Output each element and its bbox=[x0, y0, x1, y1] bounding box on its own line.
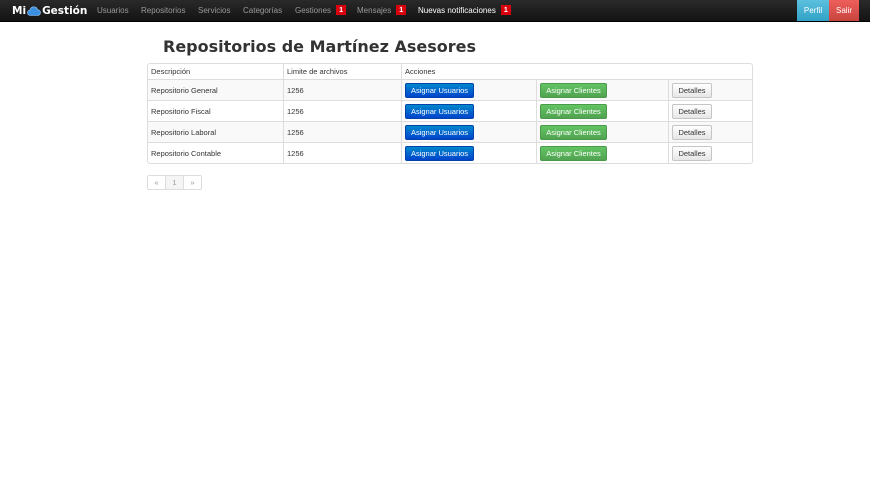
salir-button[interactable]: Salir bbox=[829, 0, 859, 21]
pagination-next[interactable]: » bbox=[183, 176, 201, 189]
nav-mensajes-label: Mensajes bbox=[357, 6, 392, 15]
nav-gestiones[interactable]: Gestiones 1 bbox=[295, 0, 347, 21]
nav-servicios[interactable]: Servicios bbox=[198, 0, 230, 21]
nav-repositorios[interactable]: Repositorios bbox=[141, 0, 185, 21]
assign-clients-button[interactable]: Asignar Clientes bbox=[540, 103, 607, 119]
row-description: Repositorio Fiscal bbox=[148, 100, 283, 121]
assign-clients-button[interactable]: Asignar Clientes bbox=[540, 82, 607, 98]
pagination-prev[interactable]: « bbox=[148, 176, 165, 189]
brand-text-right: Gestión bbox=[42, 4, 88, 17]
assign-users-button[interactable]: Asignar Usuarios bbox=[405, 145, 474, 161]
details-button[interactable]: Detalles bbox=[672, 82, 712, 98]
nav-repositorios-label: Repositorios bbox=[141, 6, 186, 15]
nav-usuarios-label: Usuarios bbox=[97, 6, 129, 15]
nav-usuarios[interactable]: Usuarios bbox=[97, 0, 129, 21]
nav-servicios-label: Servicios bbox=[198, 6, 231, 15]
table-row: Repositorio Contable 1256 Asignar Usuari… bbox=[148, 142, 752, 163]
header-descripcion: Descripción bbox=[151, 67, 191, 76]
table-row: Repositorio Fiscal 1256 Asignar Usuarios… bbox=[148, 100, 752, 121]
header-acciones: Acciones bbox=[401, 64, 752, 79]
nav-categorias[interactable]: Categorías bbox=[243, 0, 282, 21]
nav-mensajes[interactable]: Mensajes 1 bbox=[357, 0, 407, 21]
notificaciones-badge: 1 bbox=[500, 4, 511, 15]
details-button[interactable]: Detalles bbox=[672, 124, 712, 140]
table-row: Repositorio Laboral 1256 Asignar Usuario… bbox=[148, 121, 752, 142]
pagination-page-1[interactable]: 1 bbox=[165, 176, 183, 189]
details-button[interactable]: Detalles bbox=[672, 145, 712, 161]
row-limit: 1256 bbox=[283, 100, 401, 121]
details-button[interactable]: Detalles bbox=[672, 103, 712, 119]
row-limit: 1256 bbox=[283, 142, 401, 163]
table-header-row: Descripción Limite de archivos Acciones bbox=[148, 64, 752, 79]
table-row: Repositorio General 1256 Asignar Usuario… bbox=[148, 79, 752, 100]
nav-notificaciones-label: Nuevas notificaciones bbox=[418, 6, 496, 15]
top-navbar: Mi Gestión Usuarios Repositorios Servici… bbox=[0, 0, 870, 22]
assign-clients-button[interactable]: Asignar Clientes bbox=[540, 124, 607, 140]
brand-logo[interactable]: Mi Gestión bbox=[12, 3, 87, 18]
pagination: « 1 » bbox=[147, 175, 202, 190]
row-description: Repositorio Laboral bbox=[148, 121, 283, 142]
nav-gestiones-label: Gestiones bbox=[295, 6, 332, 15]
row-description: Repositorio Contable bbox=[148, 142, 283, 163]
perfil-button[interactable]: Perfil bbox=[797, 0, 829, 21]
repositories-table: Descripción Limite de archivos Acciones … bbox=[147, 63, 753, 164]
cloud-icon bbox=[27, 5, 41, 16]
nav-categorias-label: Categorías bbox=[243, 6, 283, 15]
page-title: Repositorios de Martínez Asesores bbox=[163, 37, 477, 56]
assign-clients-button[interactable]: Asignar Clientes bbox=[540, 145, 607, 161]
row-description: Repositorio General bbox=[148, 79, 283, 100]
header-limite: Limite de archivos bbox=[283, 64, 401, 79]
assign-users-button[interactable]: Asignar Usuarios bbox=[405, 103, 474, 119]
nav-nuevas-notificaciones[interactable]: Nuevas notificaciones 1 bbox=[418, 0, 511, 21]
brand-text-left: Mi bbox=[12, 4, 27, 17]
mensajes-badge: 1 bbox=[396, 4, 407, 15]
assign-users-button[interactable]: Asignar Usuarios bbox=[405, 124, 474, 140]
row-limit: 1256 bbox=[283, 79, 401, 100]
assign-users-button[interactable]: Asignar Usuarios bbox=[405, 82, 474, 98]
gestiones-badge: 1 bbox=[336, 4, 347, 15]
row-limit: 1256 bbox=[283, 121, 401, 142]
